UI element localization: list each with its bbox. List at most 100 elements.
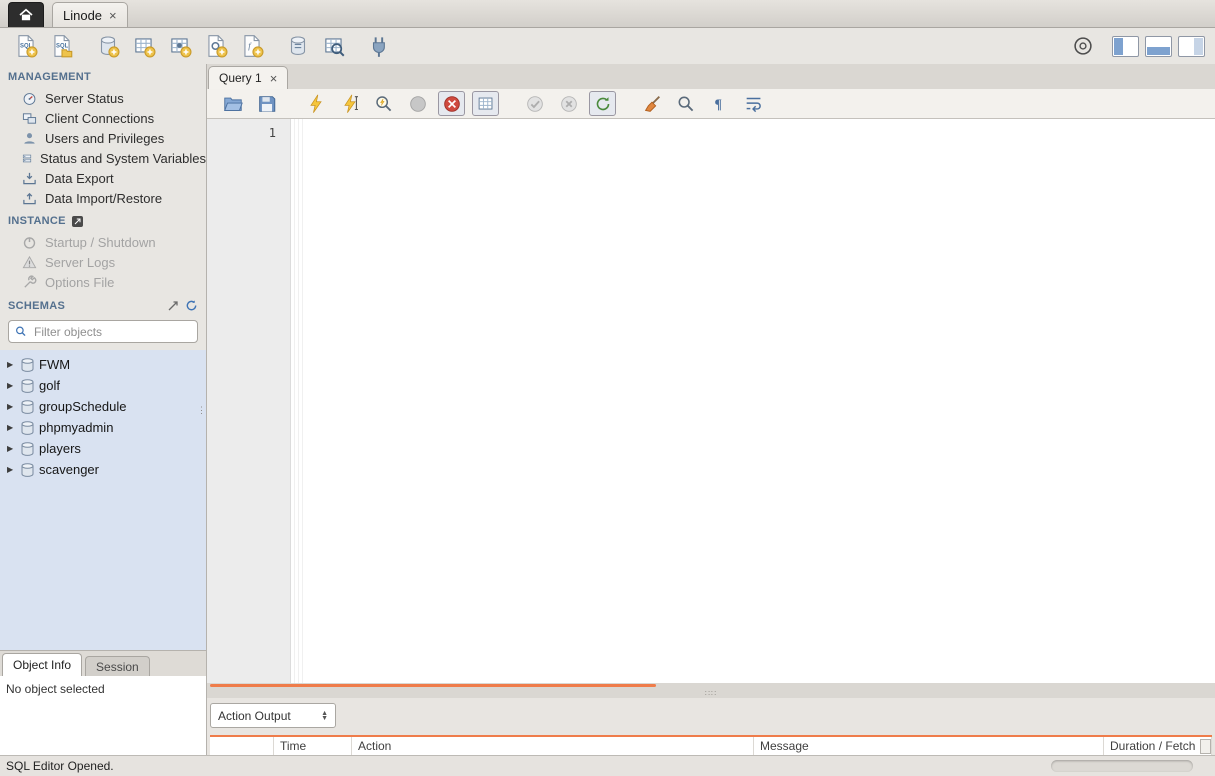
search-table-data-button[interactable] — [318, 32, 350, 60]
toggle-secondary-sidebar-button[interactable] — [1178, 35, 1205, 57]
home-icon — [19, 8, 33, 21]
instance-shortcut-icon[interactable] — [71, 215, 83, 227]
autocommit-toggle[interactable] — [589, 91, 616, 116]
schema-row-phpmyadmin[interactable]: ▶ phpmyadmin — [0, 417, 206, 438]
chevron-right-icon[interactable]: ▶ — [7, 465, 16, 474]
output-type-select[interactable]: Action Output ▲ ▼ — [210, 703, 336, 728]
schema-tree: ▶ FWM ▶ golf ▶ groupSchedule ▶ phpmyadmi… — [0, 350, 206, 650]
management-title-label: MANAGEMENT — [8, 71, 92, 83]
tab-session[interactable]: Session — [85, 656, 150, 676]
toggle-sidebar-button[interactable] — [1112, 35, 1139, 57]
close-icon[interactable]: × — [270, 72, 278, 85]
schema-filter-input[interactable] — [32, 323, 191, 340]
sidebar-item-startup-shutdown[interactable]: Startup / Shutdown — [0, 232, 206, 252]
create-function-button[interactable]: f — [236, 32, 268, 60]
chevron-right-icon[interactable]: ▶ — [7, 402, 16, 411]
refresh-schemas-button[interactable] — [185, 299, 198, 312]
schema-row-groupschedule[interactable]: ▶ groupSchedule — [0, 396, 206, 417]
wrap-text-toggle[interactable] — [740, 91, 767, 116]
commit-button[interactable] — [521, 91, 548, 116]
save-script-button[interactable] — [253, 91, 280, 116]
code-input-area[interactable] — [306, 119, 1215, 683]
explain-icon — [375, 95, 391, 111]
find-button[interactable] — [672, 91, 699, 116]
window-tab-bar: Linode × — [0, 0, 1215, 28]
reconnect-dbms-button[interactable] — [364, 32, 396, 60]
sidebar-item-users-privileges[interactable]: Users and Privileges — [0, 128, 206, 148]
result-grid-toggle[interactable] — [472, 91, 499, 116]
server-status-icon — [23, 92, 36, 105]
column-duration[interactable]: Duration / Fetch — [1104, 737, 1212, 755]
stop-on-error-toggle[interactable] — [438, 91, 465, 116]
sidebar-item-data-import[interactable]: Data Import/Restore — [0, 188, 206, 208]
rollback-button[interactable] — [555, 91, 582, 116]
new-query-tab-button[interactable] — [10, 32, 42, 60]
schema-icon — [21, 441, 34, 456]
invisible-chars-toggle[interactable]: ¶ — [706, 91, 733, 116]
create-table-button[interactable] — [128, 32, 160, 60]
chevron-right-icon[interactable]: ▶ — [7, 444, 16, 453]
create-procedure-button[interactable] — [200, 32, 232, 60]
workbench-logo-icon[interactable] — [1072, 35, 1094, 57]
column-time[interactable]: Time — [274, 737, 352, 755]
schema-label: groupSchedule — [39, 399, 127, 414]
open-sql-script-button[interactable] — [46, 32, 78, 60]
execute-button[interactable] — [302, 91, 329, 116]
chevron-right-icon[interactable]: ▶ — [7, 423, 16, 432]
column-action[interactable]: Action — [352, 737, 754, 755]
sidebar-item-data-export[interactable]: Data Export — [0, 168, 206, 188]
create-table-icon — [131, 33, 157, 59]
tab-object-info[interactable]: Object Info — [2, 653, 83, 676]
sidebar-item-server-status[interactable]: Server Status — [0, 88, 206, 108]
search-icon — [16, 326, 26, 337]
create-schema-button[interactable] — [92, 32, 124, 60]
options-file-icon — [24, 274, 37, 288]
editor-horizontal-scrollbar — [207, 683, 1215, 689]
sidebar-item-label: Status and System Variables — [40, 150, 206, 166]
sidebar-item-options-file[interactable]: Options File — [0, 272, 206, 292]
new-query-tab-icon — [13, 33, 39, 59]
explain-button[interactable] — [370, 91, 397, 116]
open-script-button[interactable] — [219, 91, 246, 116]
sidebar-resize-handle[interactable]: ⋮ — [197, 405, 206, 414]
schema-row-golf[interactable]: ▶ golf — [0, 375, 206, 396]
execute-current-button[interactable] — [336, 91, 363, 116]
output-resize-handle[interactable]: ∷∷ — [207, 689, 1215, 698]
expand-schemas-button[interactable] — [167, 300, 179, 312]
sidebar-item-client-connections[interactable]: Client Connections — [0, 108, 206, 128]
main-toolbar: f — [0, 28, 1215, 64]
column-action-label: Action — [358, 739, 392, 753]
chevron-right-icon[interactable]: ▶ — [7, 360, 16, 369]
inspect-database-button[interactable] — [282, 32, 314, 60]
schema-row-fwm[interactable]: ▶ FWM — [0, 354, 206, 375]
schema-row-players[interactable]: ▶ players — [0, 438, 206, 459]
autocommit-icon — [596, 96, 609, 110]
connection-tab-linode[interactable]: Linode × — [52, 2, 128, 27]
column-status[interactable] — [210, 737, 274, 755]
output-panel: Action Output ▲ ▼ Time Action Message Du… — [207, 698, 1215, 755]
wrap-text-icon — [746, 97, 761, 112]
schema-label: phpmyadmin — [39, 420, 114, 435]
sidebar-item-system-variables[interactable]: Status and System Variables — [0, 148, 206, 168]
sidebar-item-label: Options File — [45, 274, 115, 290]
close-icon[interactable]: × — [109, 9, 117, 22]
output-type-value: Action Output — [218, 708, 291, 723]
scrollbar-thumb[interactable] — [210, 684, 656, 687]
column-message[interactable]: Message — [754, 737, 1104, 755]
create-view-button[interactable] — [164, 32, 196, 60]
toggle-output-area-button[interactable] — [1145, 35, 1172, 57]
home-tab[interactable] — [8, 2, 44, 27]
users-icon — [24, 132, 35, 144]
sidebar-item-server-logs[interactable]: Server Logs — [0, 252, 206, 272]
chevron-right-icon[interactable]: ▶ — [7, 381, 16, 390]
management-section-title: MANAGEMENT — [0, 64, 206, 88]
expand-arrow-icon — [168, 300, 178, 310]
schema-row-scavenger[interactable]: ▶ scavenger — [0, 459, 206, 480]
connection-tab-label: Linode — [63, 7, 103, 23]
tab-query-1[interactable]: Query 1 × — [208, 66, 289, 89]
schema-label: players — [39, 441, 81, 456]
create-procedure-icon — [203, 33, 229, 59]
output-scrollbar[interactable] — [1200, 739, 1211, 754]
stop-button[interactable] — [404, 91, 431, 116]
beautify-button[interactable] — [638, 91, 665, 116]
